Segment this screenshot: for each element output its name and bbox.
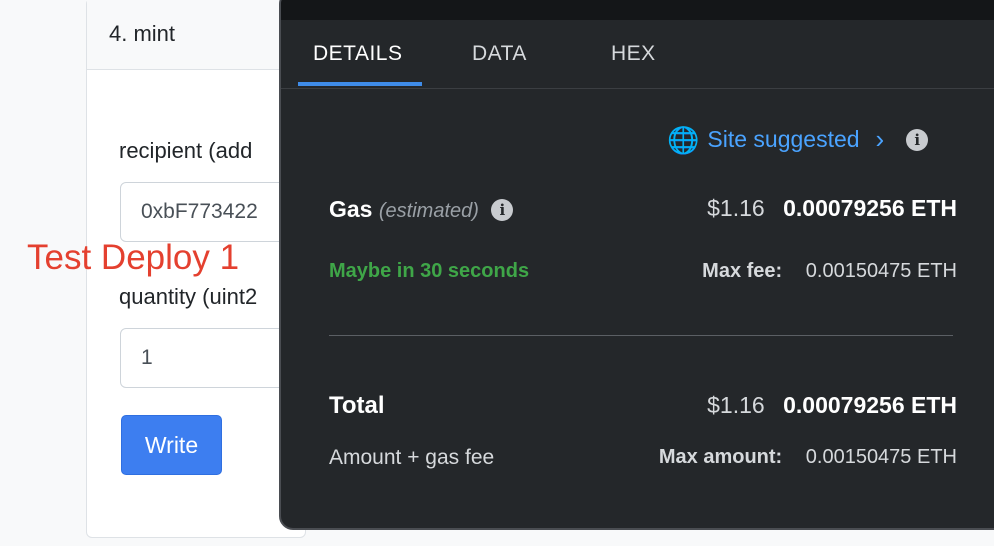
max-fee-value: 0.00150475 ETH: [805, 260, 957, 282]
wallet-confirmation-popup: DETAILS DATA HEX 🌐 Site suggested › i Ga…: [279, 0, 994, 530]
info-icon[interactable]: i: [906, 128, 929, 151]
max-amount-label: Max amount:: [658, 446, 783, 468]
active-tab-indicator: [298, 82, 422, 86]
total-eth-value: 0.00079256 ETH: [783, 392, 957, 418]
amount-plus-gas-label: Amount + gas fee: [329, 446, 495, 469]
site-suggested-label: Site suggested: [707, 126, 860, 152]
section-divider: [329, 335, 953, 336]
tab-data[interactable]: DATA: [472, 20, 527, 88]
recipient-label: recipient (add: [119, 138, 253, 163]
gas-timing-estimate: Maybe in 30 seconds: [329, 260, 530, 282]
test-deploy-annotation: Test Deploy 1: [27, 238, 240, 277]
max-fee-label: Max fee:: [702, 260, 783, 282]
tab-bar: DETAILS DATA HEX: [281, 20, 994, 89]
globe-icon: 🌐: [667, 124, 700, 155]
gas-label-group: Gas (estimated) i: [329, 196, 514, 223]
gas-amounts: $1.16 0.00079256 ETH: [707, 195, 957, 222]
quantity-label: quantity (uint2: [119, 284, 258, 309]
mint-card-header[interactable]: 4. mint: [87, 0, 305, 70]
total-fiat-value: $1.16: [707, 392, 765, 418]
popup-top-bar: [281, 0, 994, 20]
gas-estimated-label: (estimated): [378, 200, 479, 222]
gas-fiat-value: $1.16: [707, 195, 765, 221]
site-suggested-link[interactable]: 🌐 Site suggested › i: [667, 124, 929, 155]
tab-hex[interactable]: HEX: [611, 20, 656, 88]
max-fee-group: Max fee: 0.00150475 ETH: [702, 260, 957, 283]
max-amount-value: 0.00150475 ETH: [805, 446, 957, 468]
total-label: Total: [329, 392, 385, 419]
total-amounts: $1.16 0.00079256 ETH: [707, 392, 957, 419]
gas-info-icon[interactable]: i: [491, 199, 514, 221]
gas-label: Gas: [329, 196, 373, 222]
write-button[interactable]: Write: [121, 415, 222, 475]
max-amount-group: Max amount: 0.00150475 ETH: [659, 446, 957, 469]
chevron-right-icon: ›: [875, 124, 885, 154]
gas-eth-value: 0.00079256 ETH: [783, 195, 957, 221]
tab-details[interactable]: DETAILS: [313, 20, 402, 88]
mint-section-title: 4. mint: [109, 21, 176, 46]
